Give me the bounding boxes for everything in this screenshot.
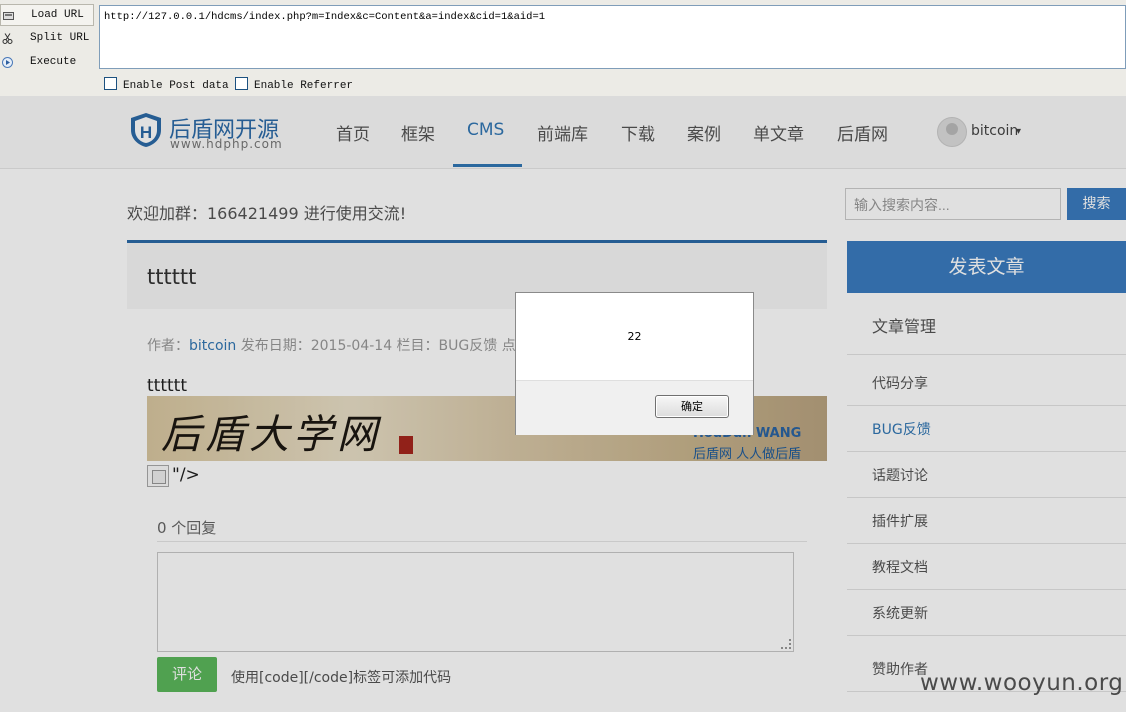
split-url-label: Split URL [30,32,90,44]
load-url-button[interactable]: Load URL [0,4,94,26]
load-url-icon [3,12,14,20]
hackbar-toolbar: Load URL Split URL Execute http://127.0.… [0,0,1126,97]
referrer-checkbox-box[interactable] [235,77,248,90]
split-url-button[interactable]: Split URL [0,28,96,50]
scissors-icon [2,33,13,44]
enable-referrer-checkbox[interactable]: Enable Referrer [235,77,353,92]
watermark: www.wooyun.org [920,670,1124,696]
url-textarea[interactable]: http://127.0.0.1/hdcms/index.php?m=Index… [99,5,1126,69]
post-checkbox-box[interactable] [104,77,117,90]
alert-message: 22 [627,330,642,343]
execute-label: Execute [30,56,77,68]
load-url-label: Load URL [31,9,84,21]
enable-post-label: Enable Post data [123,80,229,92]
alert-dialog: 22 确定 [515,292,754,435]
ok-button[interactable]: 确定 [655,395,729,418]
play-icon [2,57,13,68]
alert-footer: 确定 [516,380,753,435]
enable-post-checkbox[interactable]: Enable Post data [104,77,229,92]
enable-referrer-label: Enable Referrer [254,80,354,92]
execute-button[interactable]: Execute [0,52,96,74]
